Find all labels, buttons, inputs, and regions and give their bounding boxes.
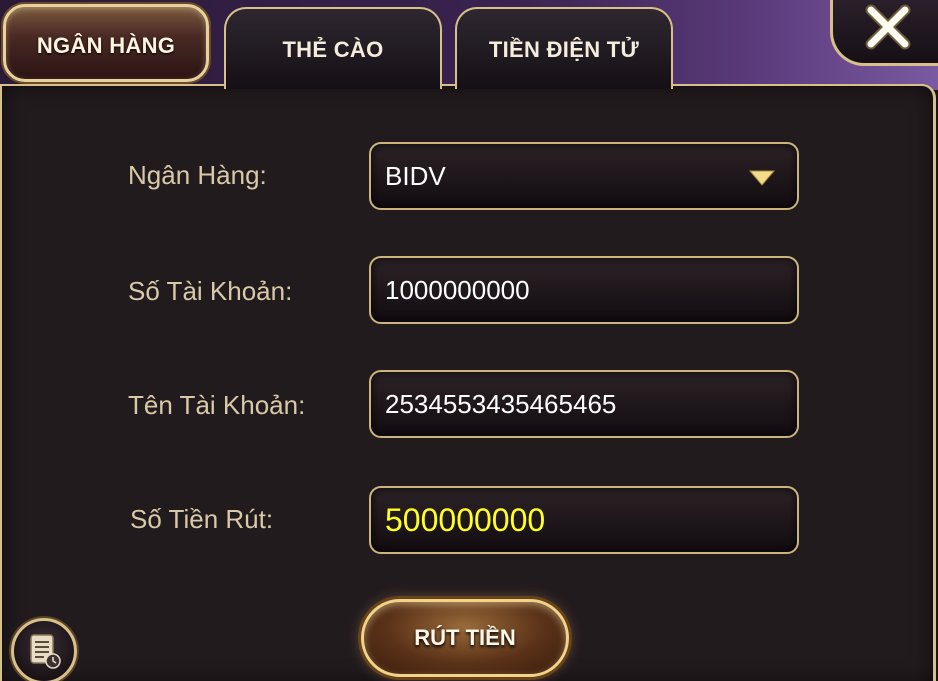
- amount-value: 500000000: [385, 501, 546, 538]
- history-icon: [30, 634, 61, 669]
- tab-label: TIỀN ĐIỆN TỬ: [488, 37, 640, 62]
- account-name-label: Tên Tài Khoản:: [128, 390, 306, 420]
- withdraw-button-label: RÚT TIỀN: [414, 625, 516, 650]
- bank-label: Ngân Hàng:: [128, 160, 267, 190]
- tab-tien-dien-tu[interactable]: TIỀN ĐIỆN TỬ: [455, 7, 673, 89]
- history-button[interactable]: [11, 618, 77, 681]
- tab-label: NGÂN HÀNG: [36, 33, 176, 58]
- close-button[interactable]: [830, 0, 938, 66]
- bank-select-value: BIDV: [385, 160, 446, 191]
- tab-ngan-hang[interactable]: NGÂN HÀNG: [3, 4, 209, 82]
- withdraw-button[interactable]: RÚT TIỀN: [361, 599, 569, 677]
- account-number-label: Số Tài Khoản:: [128, 276, 293, 306]
- close-icon: [865, 4, 910, 49]
- account-number-field[interactable]: 1000000000: [369, 256, 799, 324]
- amount-field[interactable]: 500000000: [369, 486, 799, 554]
- dropdown-triangle-icon: [749, 170, 775, 186]
- amount-label: Số Tiền Rút:: [130, 504, 274, 534]
- tab-the-cao[interactable]: THẺ CÀO: [224, 7, 442, 89]
- account-name-field[interactable]: 2534553435465465: [369, 370, 799, 438]
- tab-label: THẺ CÀO: [282, 37, 384, 62]
- bank-select[interactable]: BIDV: [369, 142, 799, 210]
- account-name-value: 2534553435465465: [385, 388, 617, 419]
- account-number-value: 1000000000: [385, 274, 530, 305]
